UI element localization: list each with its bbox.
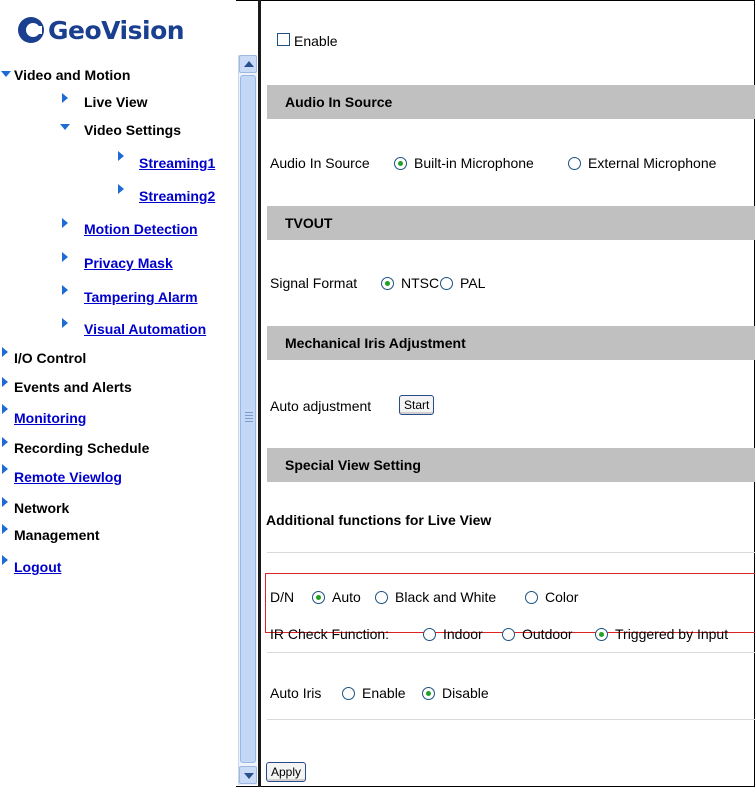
sidebar-item-video-settings[interactable]: Video Settings [84,121,181,139]
section-title: Mechanical Iris Adjustment [285,335,466,351]
dn-black-white-label: Black and White [395,589,497,605]
sidebar: GeoVision Video and Motion Live View Vid… [0,0,236,787]
radio-ir-indoor[interactable] [423,628,436,641]
section-header-iris: Mechanical Iris Adjustment [267,326,755,360]
chevron-up-icon [244,61,254,67]
collapsed-arrow-icon [2,464,8,474]
grip-line [245,415,253,416]
section-title: Audio In Source [285,94,393,110]
separator [267,552,755,553]
apply-button[interactable]: Apply [266,762,307,782]
expand-down-icon [1,71,11,77]
enable-label: Enable [294,33,338,49]
scroll-up-button[interactable] [239,55,257,73]
sidebar-item-privacy-mask[interactable]: Privacy Mask [84,254,173,272]
collapsed-arrow-icon [118,151,124,161]
radio-auto-iris-disable[interactable] [422,687,435,700]
collapsed-arrow-icon [62,285,68,295]
radio-auto-iris-enable[interactable] [342,687,355,700]
collapsed-arrow-icon [2,524,8,534]
brand-name: GeoVision [48,15,185,45]
collapsed-arrow-icon [2,555,8,565]
ntsc-label: NTSC [401,275,440,291]
scrollbar-thumb[interactable] [240,75,256,763]
pal-label: PAL [460,275,486,291]
radio-dn-black-white[interactable] [375,591,388,604]
separator [267,719,755,720]
section-title: TVOUT [285,215,333,231]
radio-ntsc[interactable] [381,277,394,290]
dn-auto-label: Auto [332,589,361,605]
collapsed-arrow-icon [118,184,124,194]
external-microphone-label: External Microphone [588,155,717,171]
separator [267,652,755,653]
section-header-audio: Audio In Source [267,85,755,119]
grip-line [245,412,253,413]
sidebar-item-visual-automation[interactable]: Visual Automation [84,320,206,338]
radio-external-microphone[interactable] [568,157,581,170]
radio-pal[interactable] [440,277,453,290]
sidebar-item-logout[interactable]: Logout [14,558,61,576]
sidebar-item-remote-viewlog[interactable]: Remote Viewlog [14,468,122,486]
auto-adjustment-label: Auto adjustment [270,398,372,414]
sidebar-item-streaming2[interactable]: Streaming2 [139,187,215,205]
sidebar-item-live-view[interactable]: Live View [84,93,148,111]
sidebar-item-recording-schedule[interactable]: Recording Schedule [14,439,149,457]
grip-line [245,421,253,422]
radio-ir-outdoor[interactable] [502,628,515,641]
auto-iris-disable-label: Disable [442,685,489,701]
collapsed-arrow-icon [2,497,8,507]
section-title: Special View Setting [285,457,421,473]
sidebar-item-io-control[interactable]: I/O Control [14,349,86,367]
sidebar-item-monitoring[interactable]: Monitoring [14,409,86,427]
scroll-down-button[interactable] [239,766,257,784]
collapsed-arrow-icon [62,93,68,103]
section-header-tvout: TVOUT [267,206,755,240]
sidebar-item-tampering-alarm[interactable]: Tampering Alarm [84,288,198,306]
dn-color-label: Color [545,589,579,605]
radio-dn-auto[interactable] [312,591,325,604]
radio-builtin-microphone[interactable] [394,157,407,170]
sidebar-item-motion-detection[interactable]: Motion Detection [84,220,198,238]
collapsed-arrow-icon [62,318,68,328]
ir-outdoor-label: Outdoor [522,626,573,642]
sidebar-item-events-and-alerts[interactable]: Events and Alerts [14,378,132,396]
collapsed-arrow-icon [2,437,8,447]
sidebar-scrollbar[interactable] [238,55,257,785]
radio-dn-color[interactable] [525,591,538,604]
dn-label: D/N [270,589,295,605]
enable-checkbox[interactable] [277,33,290,46]
auto-iris-enable-label: Enable [362,685,406,701]
grip-line [245,418,253,419]
sidebar-item-management[interactable]: Management [14,526,100,544]
section-header-special-view: Special View Setting [267,448,755,482]
geovision-logo-icon [18,17,44,43]
additional-functions-label: Additional functions for Live View [266,512,492,528]
collapsed-arrow-icon [62,252,68,262]
ir-check-label: IR Check Function: [270,626,390,642]
builtin-microphone-label: Built-in Microphone [414,155,534,171]
geovision-logo: GeoVision [18,10,185,50]
collapsed-arrow-icon [62,218,68,228]
expand-down-icon [60,124,70,130]
chevron-down-icon [244,773,254,779]
ir-triggered-label: Triggered by Input [615,626,729,642]
main-content: Enable Audio In Source Audio In Source B… [261,0,755,787]
auto-iris-label: Auto Iris [270,685,322,701]
collapsed-arrow-icon [2,347,8,357]
signal-format-label: Signal Format [270,275,358,291]
collapsed-arrow-icon [2,404,8,414]
radio-ir-triggered[interactable] [595,628,608,641]
ir-indoor-label: Indoor [443,626,483,642]
sidebar-item-video-and-motion[interactable]: Video and Motion [14,66,130,84]
start-button[interactable]: Start [399,395,435,415]
collapsed-arrow-icon [2,377,8,387]
sidebar-item-streaming1[interactable]: Streaming1 [139,154,215,172]
audio-in-source-label: Audio In Source [270,155,370,171]
sidebar-item-network[interactable]: Network [14,499,69,517]
